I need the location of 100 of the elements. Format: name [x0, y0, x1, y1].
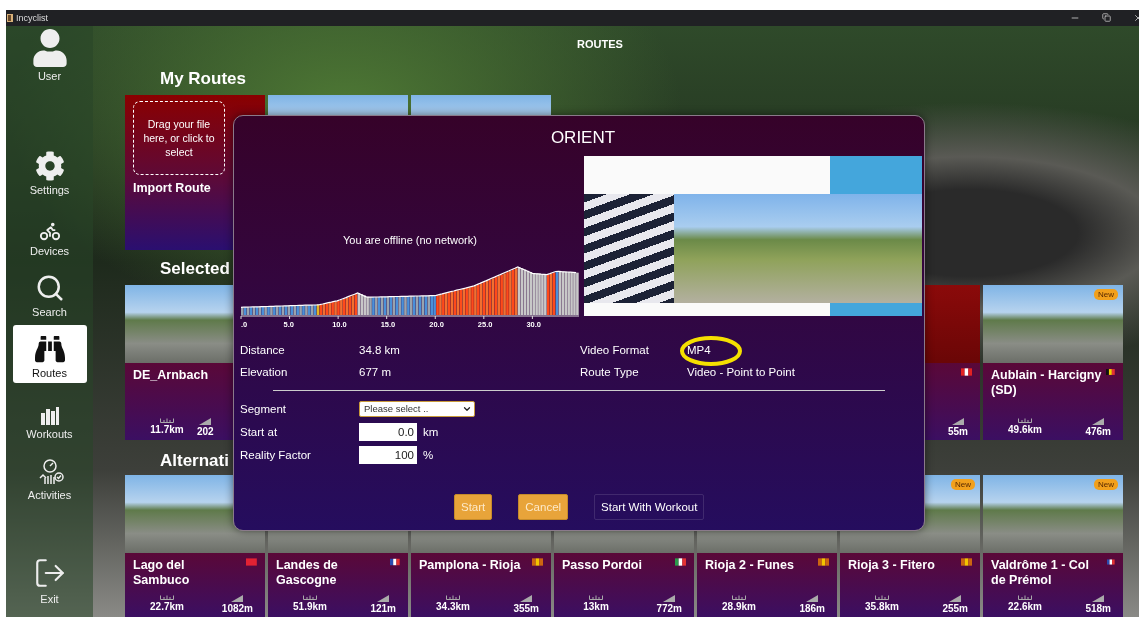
ruler-icon	[160, 595, 174, 600]
distance-text: 28.9km	[722, 601, 756, 612]
route-title: Lago del Sambuco	[133, 558, 191, 588]
route-title: Landes de Gascogne	[276, 558, 339, 588]
flag-icon	[246, 558, 257, 566]
app-icon	[7, 14, 13, 22]
file-drop-zone[interactable]: Drag your file here, or click to select	[133, 101, 225, 175]
window-title: Incyclist	[16, 13, 48, 23]
detail-value: Video - Point to Point	[687, 366, 795, 378]
ruler-icon	[1018, 595, 1032, 600]
bar-chart-icon	[39, 407, 60, 425]
sidebar-item[interactable]: Exit	[12, 551, 87, 609]
ruler-icon	[160, 418, 174, 423]
ruler-icon	[303, 595, 317, 600]
elevation-text: 355m	[513, 603, 539, 614]
elevation-text: 255m	[942, 603, 968, 614]
detail-value: 34.8 km	[359, 344, 401, 356]
route-card[interactable]: Passo Pordoi 13km 772m	[554, 553, 694, 617]
flag-icon	[1107, 558, 1115, 566]
offline-message: You are offline (no network)	[342, 234, 478, 246]
distance-text: 22.7km	[150, 601, 184, 612]
distance-text: 35.8km	[865, 601, 899, 612]
route-title: Valdrôme 1 - Col de Prémol	[991, 558, 1090, 588]
detail-label: Route Type	[580, 366, 640, 378]
sidebar-item[interactable]: Devices	[12, 203, 87, 261]
ruler-icon	[1018, 418, 1032, 423]
restore-icon[interactable]	[1102, 13, 1111, 22]
number-input[interactable]: 100	[359, 445, 417, 464]
slope-icon	[1092, 418, 1105, 425]
page-title: ROUTES	[577, 38, 623, 52]
elevation-text: 202	[197, 426, 214, 437]
route-card[interactable]: Rioja 3 - Fitero 35.8km 255m	[840, 553, 980, 617]
slope-icon	[949, 595, 962, 602]
route-title: Rioja 2 - Funes	[705, 558, 794, 573]
flag-icon	[818, 558, 829, 566]
segment-dropdown[interactable]: Please select ..	[359, 400, 475, 417]
unit-label: %	[423, 448, 434, 461]
sidebar-item[interactable]: User	[12, 28, 87, 86]
unit-label: km	[423, 425, 439, 438]
distance-text: 49.6km	[1008, 424, 1042, 435]
route-card[interactable]: Pamplona - Rioja 34.3km 355m	[411, 553, 551, 617]
elevation-text: 476m	[1085, 426, 1111, 437]
distance-text: 11.7km	[150, 424, 184, 435]
slope-icon	[520, 595, 533, 602]
slope-icon	[663, 595, 676, 602]
flag-icon	[961, 368, 972, 376]
route-card[interactable]: Lago del Sambuco 22.7km 1082m	[125, 553, 265, 617]
workout-button[interactable]: Start With Workout	[594, 494, 705, 520]
route-photo[interactable]: New	[983, 285, 1123, 363]
field-label: Reality Factor	[240, 448, 312, 461]
slope-icon	[199, 418, 212, 425]
flag-icon	[532, 558, 543, 566]
distance-text: 22.6km	[1008, 601, 1042, 612]
slope-icon	[1092, 595, 1105, 602]
sidebar-item[interactable]: Activities	[12, 447, 87, 505]
route-title: DE_Arnbach	[133, 368, 209, 383]
distance-text: 51.9km	[293, 601, 327, 612]
ruler-icon	[446, 595, 460, 600]
section-title: Selected	[160, 260, 230, 278]
route-photo[interactable]: New	[983, 475, 1123, 553]
user-icon	[30, 29, 69, 67]
new-badge: New	[1094, 289, 1118, 300]
detail-value: 677 m	[359, 366, 392, 378]
elevation-text: 186m	[799, 603, 825, 614]
route-card[interactable]: Rioja 2 - Funes 28.9km 186m	[697, 553, 837, 617]
import-title: Import Route	[133, 181, 212, 195]
sidebar-item[interactable]: Workouts	[12, 386, 87, 444]
elevation-text: 121m	[370, 603, 396, 614]
elevation-text: 772m	[656, 603, 682, 614]
route-card[interactable]: Valdrôme 1 - Col de Prémol 22.6km 518m	[983, 553, 1123, 617]
slope-icon	[377, 595, 390, 602]
flag-icon	[961, 558, 972, 566]
route-card[interactable]: Landes de Gascogne 51.9km 121m	[268, 553, 408, 617]
slope-icon	[952, 418, 964, 425]
distance-text: 13km	[583, 601, 609, 612]
settings-icon	[34, 151, 65, 181]
route-title: Rioja 3 - Fitero	[848, 558, 935, 573]
elevation-text: 1082m	[221, 603, 253, 614]
detail-value: MP4	[687, 344, 711, 356]
route-title: Aublain - Harcigny (SD)	[991, 368, 1103, 398]
binoculars-icon	[34, 334, 65, 364]
new-badge: New	[1094, 479, 1118, 490]
route-title: Pamplona - Rioja	[419, 558, 521, 573]
detail-label: Video Format	[580, 344, 650, 356]
sidebar-item[interactable]: Routes	[12, 325, 87, 383]
detail-label: Distance	[240, 344, 286, 356]
sidebar-item[interactable]: Search	[12, 264, 87, 322]
route-card[interactable]: Aublain - Harcigny (SD) 49.6km 476m	[983, 363, 1123, 440]
bicycle-icon	[38, 220, 61, 242]
distance-text: 34.3km	[436, 601, 470, 612]
section-title: My Routes	[160, 70, 246, 88]
slope-icon	[806, 595, 819, 602]
section-title: Alternati	[160, 452, 229, 470]
elevation-text: 518m	[1085, 603, 1111, 614]
ruler-icon	[589, 595, 603, 600]
flag-icon	[1106, 368, 1115, 376]
ruler-icon	[732, 595, 746, 600]
slope-icon	[231, 595, 244, 602]
sidebar-item[interactable]: Settings	[12, 142, 87, 200]
number-input[interactable]: 0.0	[359, 422, 417, 441]
